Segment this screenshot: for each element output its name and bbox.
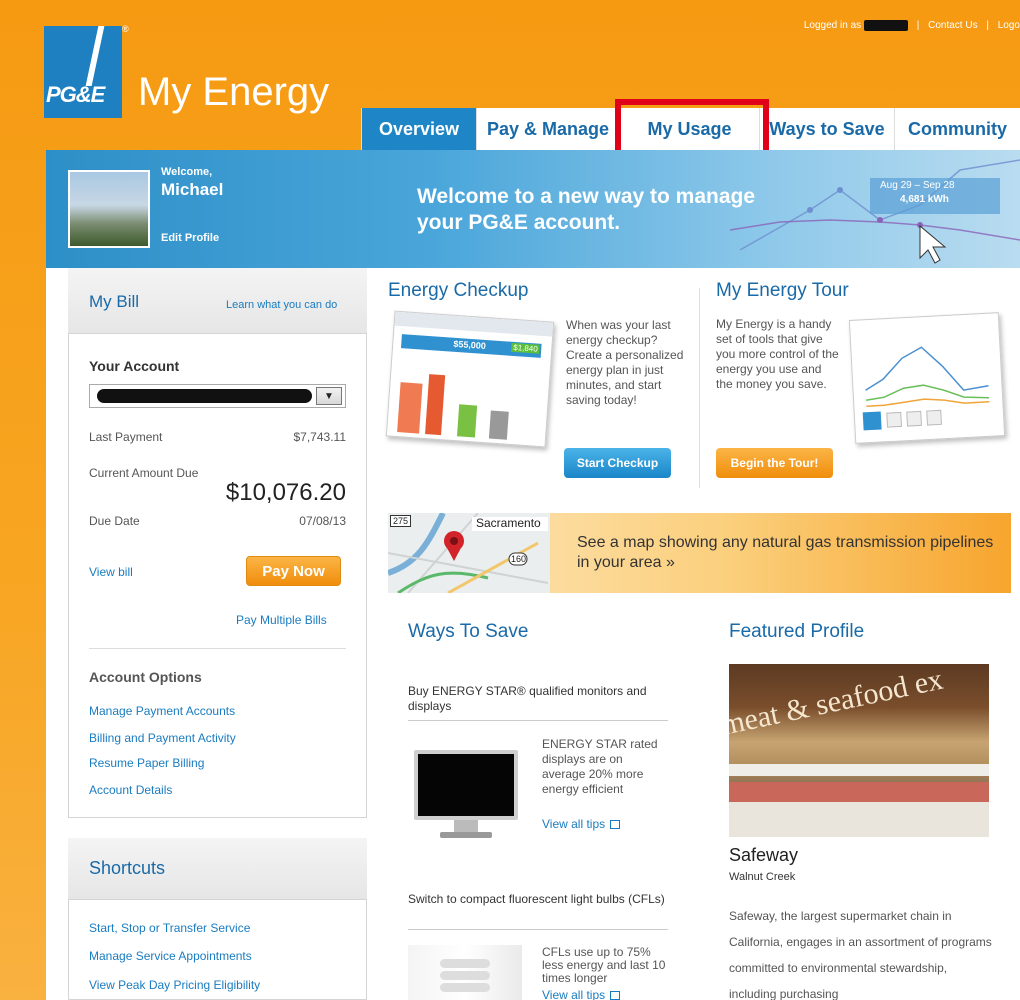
external-link-icon bbox=[610, 820, 621, 830]
featured-profile-photo[interactable]: meat & seafood ex bbox=[729, 664, 989, 837]
map-city-label: Sacramento bbox=[476, 516, 541, 530]
contact-us-link[interactable]: Contact Us bbox=[928, 20, 977, 31]
divider bbox=[408, 720, 668, 721]
road-shield-icon-2: 160 bbox=[511, 554, 527, 564]
vertical-divider bbox=[699, 288, 700, 488]
top-links: Logged in as | Contact Us | Logo bbox=[803, 20, 1020, 32]
billing-payment-activity-link[interactable]: Billing and Payment Activity bbox=[89, 731, 236, 745]
pipeline-map-link[interactable]: See a map showing any natural gas transm… bbox=[577, 533, 997, 573]
resume-paper-billing-link[interactable]: Resume Paper Billing bbox=[89, 756, 204, 770]
start-checkup-button[interactable]: Start Checkup bbox=[564, 448, 671, 478]
manage-service-appointments-link[interactable]: Manage Service Appointments bbox=[89, 949, 252, 963]
checkup-image-amount-2: $1,840 bbox=[510, 342, 541, 354]
map-thumbnail[interactable]: Sacramento 275 160 bbox=[388, 513, 550, 593]
registered-icon: ® bbox=[122, 24, 129, 34]
redacted-account-number bbox=[97, 389, 312, 403]
tab-ways-to-save[interactable]: Ways to Save bbox=[759, 108, 894, 150]
current-due-value: $10,076.20 bbox=[225, 479, 346, 506]
energy-checkup-image: $55,000 $1,840 bbox=[385, 310, 555, 448]
ways-to-save-title: Ways To Save bbox=[408, 621, 529, 642]
view-all-tips-link[interactable]: View all tips bbox=[542, 988, 621, 1000]
energy-tour-image bbox=[848, 312, 1006, 444]
logged-in-label: Logged in as bbox=[803, 20, 862, 32]
app-title: My Energy bbox=[138, 70, 330, 114]
peak-day-pricing-link[interactable]: View Peak Day Pricing Eligibility bbox=[89, 978, 260, 992]
tip-description: ENERGY STAR rated displays are on averag… bbox=[542, 737, 658, 796]
chevron-down-icon[interactable]: ▼ bbox=[316, 387, 342, 405]
last-payment-label: Last Payment bbox=[89, 430, 163, 444]
redacted-username bbox=[863, 20, 908, 31]
view-all-tips-label: View all tips bbox=[542, 817, 606, 831]
profile-photo[interactable] bbox=[68, 170, 150, 248]
featured-location: Walnut Creek bbox=[729, 871, 796, 883]
store-sign-text: meat & seafood ex bbox=[729, 664, 946, 742]
monitor-icon bbox=[414, 750, 518, 838]
energy-tour-text: My Energy is a handy set of tools that g… bbox=[716, 317, 839, 391]
tip-title: Buy ENERGY STAR® qualified monitors and … bbox=[408, 684, 647, 713]
cfl-bulb-icon bbox=[408, 945, 522, 1000]
pay-now-button[interactable]: Pay Now bbox=[246, 556, 341, 586]
featured-description: Safeway, the largest supermarket chain i… bbox=[729, 909, 992, 1000]
tip-description: CFLs use up to 75% less energy and last … bbox=[542, 945, 666, 985]
edit-profile-link[interactable]: Edit Profile bbox=[161, 232, 219, 244]
my-usage-highlight-box bbox=[615, 99, 769, 157]
due-date-label: Due Date bbox=[89, 514, 140, 528]
view-all-tips-link[interactable]: View all tips bbox=[542, 817, 621, 831]
featured-name: Safeway bbox=[729, 845, 799, 865]
your-account-label: Your Account bbox=[89, 358, 180, 374]
welcome-label: Welcome, bbox=[161, 166, 213, 178]
start-stop-transfer-link[interactable]: Start, Stop or Transfer Service bbox=[89, 921, 250, 935]
banner-kwh: 4,681 kWh bbox=[900, 194, 949, 205]
my-bill-title: My Bill bbox=[89, 292, 140, 311]
account-options-title: Account Options bbox=[89, 669, 202, 685]
external-link-icon bbox=[610, 991, 621, 1000]
shortcuts-title: Shortcuts bbox=[89, 858, 166, 878]
logo-text: PG&E bbox=[46, 82, 105, 107]
pay-multiple-bills-link[interactable]: Pay Multiple Bills bbox=[236, 613, 327, 627]
logout-link[interactable]: Logo bbox=[998, 20, 1020, 31]
learn-what-you-can-do-link[interactable]: Learn what you can do bbox=[226, 299, 337, 311]
divider bbox=[89, 648, 346, 649]
user-name: Michael bbox=[161, 180, 224, 199]
tip-title: Switch to compact fluorescent light bulb… bbox=[408, 892, 665, 906]
due-date-value: 07/08/13 bbox=[299, 514, 346, 528]
tab-community[interactable]: Community bbox=[894, 108, 1020, 150]
view-bill-link[interactable]: View bill bbox=[89, 565, 133, 579]
featured-profile-title: Featured Profile bbox=[729, 621, 865, 642]
manage-payment-accounts-link[interactable]: Manage Payment Accounts bbox=[89, 704, 235, 718]
view-all-tips-label: View all tips bbox=[542, 988, 606, 1000]
energy-checkup-title: Energy Checkup bbox=[388, 280, 529, 301]
current-due-label: Current Amount Due bbox=[89, 466, 199, 480]
last-payment-value: $7,743.11 bbox=[293, 430, 347, 444]
begin-tour-button[interactable]: Begin the Tour! bbox=[716, 448, 833, 478]
divider bbox=[408, 929, 668, 930]
tab-overview[interactable]: Overview bbox=[361, 108, 476, 150]
banner-date-range: Aug 29 – Sep 28 bbox=[880, 180, 955, 191]
banner-headline: Welcome to a new way to manage your PG&E… bbox=[417, 185, 756, 234]
account-details-link[interactable]: Account Details bbox=[89, 783, 172, 797]
energy-checkup-text: When was your last energy checkup? Creat… bbox=[566, 318, 684, 407]
energy-tour-title: My Energy Tour bbox=[716, 280, 849, 301]
tab-pay-manage[interactable]: Pay & Manage bbox=[476, 108, 619, 150]
road-shield-icon: 275 bbox=[390, 515, 412, 527]
